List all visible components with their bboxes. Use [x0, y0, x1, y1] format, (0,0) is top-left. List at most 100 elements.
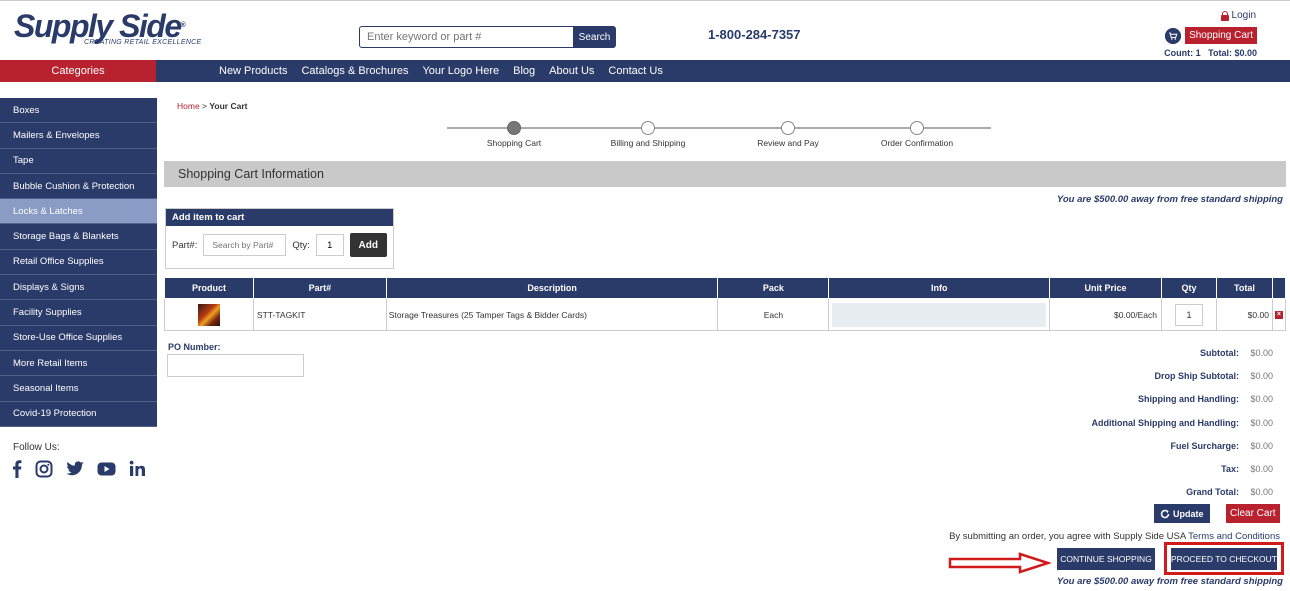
youtube-icon[interactable] — [97, 462, 116, 476]
info-cell — [828, 298, 1051, 331]
nav-your-logo-here[interactable]: Your Logo Here — [422, 65, 499, 77]
refresh-icon — [1160, 509, 1170, 518]
sidebar-item-store-use-office[interactable]: Store-Use Office Supplies — [0, 325, 157, 351]
remove-item-icon[interactable]: × — [1274, 310, 1283, 319]
facebook-icon[interactable] — [12, 459, 22, 478]
categories-button[interactable]: Categories — [0, 60, 156, 82]
description-cell: Storage Treasures (25 Tamper Tags & Bidd… — [385, 298, 719, 331]
proceed-to-checkout-button[interactable]: PROCEED TO CHECKOUT — [1171, 548, 1277, 570]
drop-ship-subtotal-row: Drop Ship Subtotal: $0.00 — [1092, 364, 1274, 387]
site-header: Supply Side® CREATING RETAIL EXCELLENCE … — [0, 0, 1290, 60]
cart-count-label: Count: — [1164, 48, 1194, 58]
shopping-cart-button[interactable]: Shopping Cart — [1185, 27, 1257, 44]
sidebar-item-retail-office-supplies[interactable]: Retail Office Supplies — [0, 249, 157, 276]
product-cell — [164, 298, 254, 331]
breadcrumb-separator: > — [199, 101, 210, 111]
qty-label: Qty: — [292, 239, 310, 251]
search-input[interactable] — [359, 26, 573, 48]
cart-table: Product Part# Description Pack Info Unit… — [164, 277, 1287, 331]
follow-us-label: Follow Us: — [13, 442, 60, 453]
total-label: Tax: — [1221, 464, 1239, 475]
breadcrumb-home[interactable]: Home — [177, 101, 200, 111]
sidebar-item-seasonal[interactable]: Seasonal Items — [0, 376, 157, 402]
grand-total-row: Grand Total: $0.00 — [1092, 481, 1273, 504]
free-shipping-message: You are $500.00 away from free standard … — [1056, 194, 1283, 205]
step-dot-active — [507, 121, 521, 135]
additional-shipping-row: Additional Shipping and Handling: $0.00 — [1092, 411, 1273, 434]
total-label: Grand Total: — [1186, 487, 1239, 498]
clear-cart-button[interactable]: Clear Cart — [1226, 504, 1280, 523]
product-thumbnail[interactable] — [197, 303, 220, 326]
sidebar-item-more-retail[interactable]: More Retail Items — [0, 350, 157, 377]
col-remove — [1271, 277, 1287, 299]
table-header-row: Product Part# Description Pack Info Unit… — [164, 277, 1287, 299]
col-info: Info — [828, 277, 1051, 299]
terms-notice: By submitting an order, you agree with S… — [949, 531, 1280, 542]
sidebar-item-tape[interactable]: Tape — [0, 148, 157, 174]
fuel-surcharge-row: Fuel Surcharge: $0.00 — [1092, 434, 1273, 457]
total-value: $0.00 — [1250, 370, 1273, 381]
logo-tagline: CREATING RETAIL EXCELLENCE — [84, 39, 202, 46]
tax-row: Tax: $0.00 — [1092, 457, 1273, 480]
social-links — [12, 459, 146, 478]
linkedin-icon[interactable] — [129, 460, 146, 477]
terms-text: By submitting an order, you agree with S… — [949, 531, 1189, 542]
nav-catalogs-brochures[interactable]: Catalogs & Brochures — [301, 65, 408, 77]
cart-summary: Count: 1 Total: $0.00 — [1164, 48, 1257, 58]
main-nav: Categories New Products Catalogs & Broch… — [0, 60, 1290, 82]
total-label: Drop Ship Subtotal: — [1154, 370, 1240, 381]
sidebar-item-storage-bags[interactable]: Storage Bags & Blankets — [0, 224, 157, 250]
sidebar-item-covid-protection[interactable]: Covid-19 Protection — [0, 401, 157, 427]
col-pack: Pack — [717, 277, 830, 299]
sidebar-item-mailers-envelopes[interactable]: Mailers & Envelopes — [0, 123, 157, 149]
terms-link[interactable]: Terms and Conditions — [1188, 531, 1280, 542]
col-product: Product — [164, 277, 254, 299]
step-shopping-cart: Shopping Cart — [454, 121, 574, 148]
col-unit-price: Unit Price — [1049, 277, 1163, 299]
phone-number: 1-800-284-7357 — [708, 27, 801, 42]
sidebar-item-bubble-cushion[interactable]: Bubble Cushion & Protection — [0, 173, 157, 200]
logo[interactable]: Supply Side® CREATING RETAIL EXCELLENCE — [14, 9, 202, 46]
sidebar-item-displays-signs[interactable]: Displays & Signs — [0, 275, 157, 301]
nav-new-products[interactable]: New Products — [219, 65, 287, 77]
po-number-input[interactable] — [167, 354, 304, 377]
step-review-pay: Review and Pay — [728, 121, 848, 148]
continue-shopping-button[interactable]: CONTINUE SHOPPING — [1057, 548, 1155, 570]
step-order-confirmation: Order Confirmation — [857, 121, 977, 148]
unit-price-cell: $0.00/Each — [1049, 298, 1163, 331]
add-qty-input[interactable] — [315, 234, 344, 256]
table-row: STT-TAGKIT Storage Treasures (25 Tamper … — [164, 298, 1287, 331]
pack-cell: Each — [717, 298, 830, 331]
shopping-cart-icon[interactable] — [1165, 27, 1182, 44]
sidebar-item-boxes[interactable]: Boxes — [0, 98, 157, 124]
update-button[interactable]: Update — [1154, 504, 1210, 523]
twitter-icon[interactable] — [66, 461, 84, 476]
po-number-label: PO Number: — [168, 342, 221, 352]
nav-contact-us[interactable]: Contact Us — [608, 65, 662, 77]
total-label: Shipping and Handling: — [1138, 394, 1239, 405]
total-value: $0.00 — [1250, 417, 1273, 428]
total-value: $0.00 — [1250, 440, 1273, 451]
nav-links: New Products Catalogs & Brochures Your L… — [219, 60, 663, 82]
login-label: Login — [1231, 10, 1256, 21]
category-sidebar: Boxes Mailers & Envelopes Tape Bubble Cu… — [0, 98, 157, 427]
step-dot — [641, 121, 655, 135]
breadcrumb: Home > Your Cart — [177, 101, 247, 111]
sidebar-item-facility-supplies[interactable]: Facility Supplies — [0, 300, 157, 326]
total-label: Subtotal: — [1200, 347, 1239, 358]
part-search-input[interactable] — [203, 234, 287, 256]
add-item-row: Part#: Qty: Add — [172, 233, 387, 257]
add-button[interactable]: Add — [349, 233, 387, 257]
nav-blog[interactable]: Blog — [513, 65, 535, 77]
nav-about-us[interactable]: About Us — [549, 65, 594, 77]
instagram-icon[interactable] — [35, 460, 53, 478]
step-dot — [910, 121, 924, 135]
sidebar-item-locks-latches[interactable]: Locks & Latches — [0, 199, 157, 225]
search-bar: Search — [359, 26, 616, 48]
login-link[interactable]: Login — [1220, 10, 1256, 21]
search-button[interactable]: Search — [573, 26, 616, 48]
row-qty-input[interactable]: 1 — [1175, 303, 1203, 326]
lock-icon — [1220, 10, 1229, 21]
remove-cell: × — [1271, 298, 1287, 331]
total-label: Additional Shipping and Handling: — [1091, 417, 1239, 428]
